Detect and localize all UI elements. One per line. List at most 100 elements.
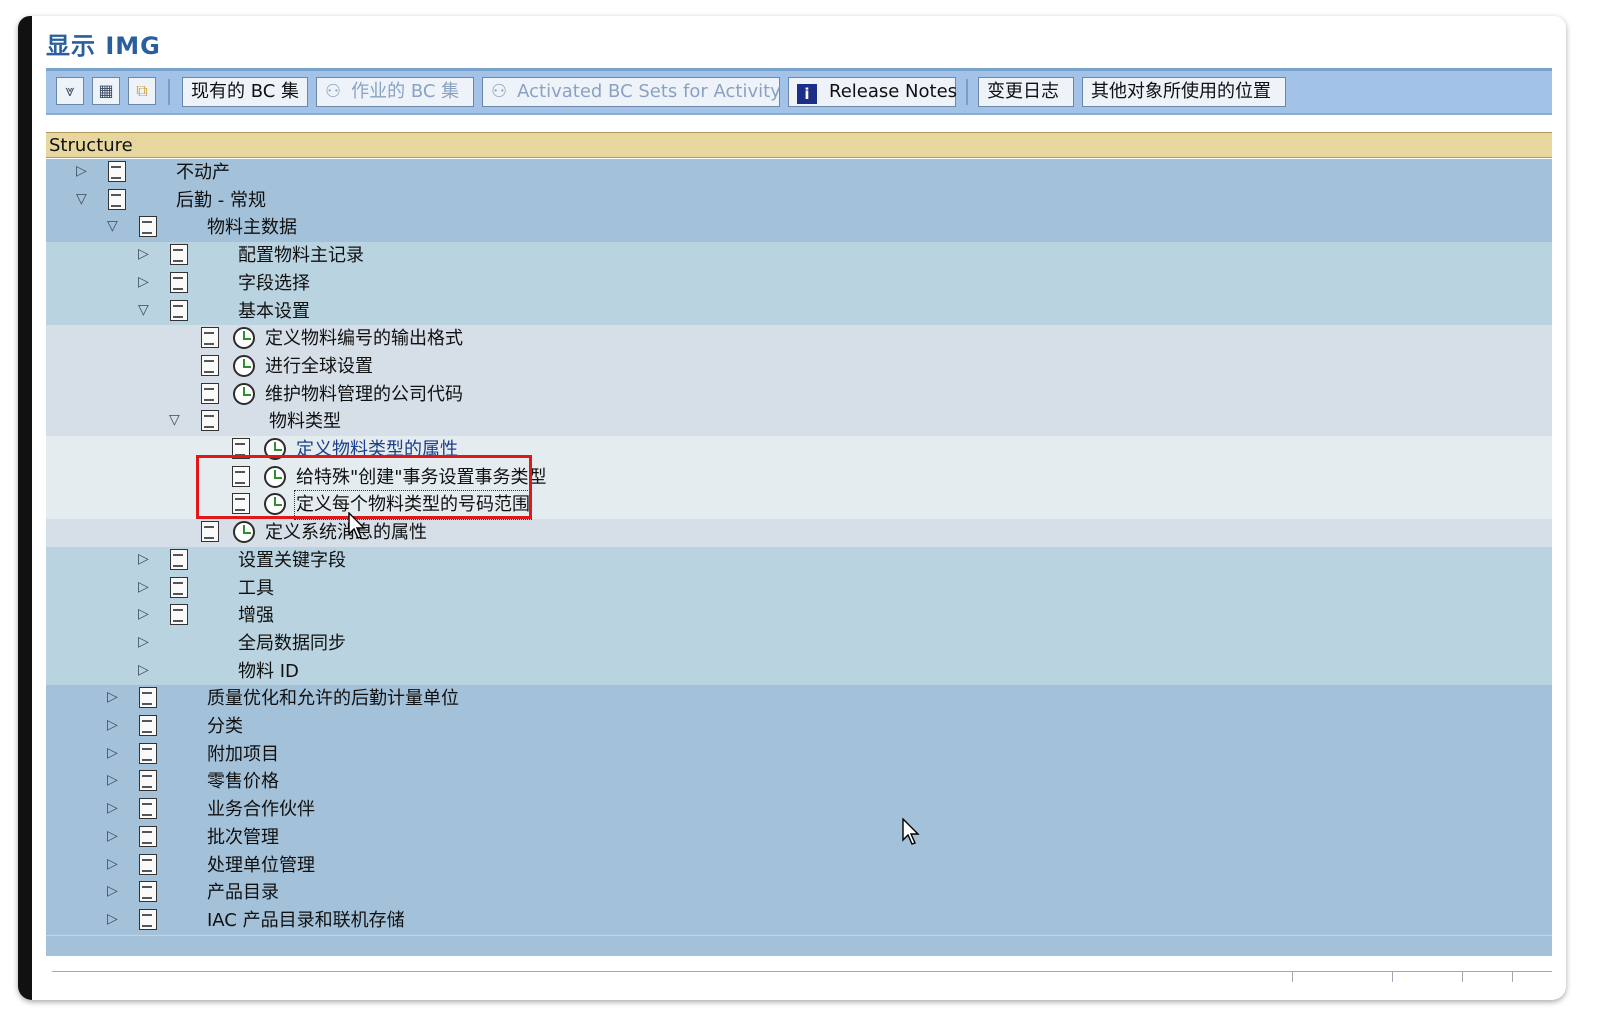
expand-node-icon[interactable]: ▷ xyxy=(107,717,118,733)
documentation-icon[interactable] xyxy=(139,742,157,764)
documentation-icon[interactable] xyxy=(170,271,188,293)
collapse-node-icon[interactable]: ▽ xyxy=(76,191,87,207)
activated-bc-sets-button[interactable]: ⚇ Activated BC Sets for Activity xyxy=(482,77,781,107)
tree-node[interactable]: ▽ 后勤 - 常规 xyxy=(46,187,1552,215)
tree-node-label[interactable]: 基本设置 xyxy=(238,299,310,325)
tree-node-label[interactable]: 批次管理 xyxy=(207,825,279,851)
tree-node[interactable]: ▷ 批次管理 xyxy=(46,824,1552,852)
existing-bc-sets-button[interactable]: 现有的 BC 集 xyxy=(182,77,308,107)
tree-node-label[interactable]: 业务合作伙伴 xyxy=(207,797,315,823)
tree-node-label[interactable]: 配置物料主记录 xyxy=(238,243,364,269)
expand-node-icon[interactable]: ▷ xyxy=(138,579,149,595)
tree-node[interactable]: 维护物料管理的公司代码 xyxy=(46,381,1552,409)
expand-node-icon[interactable]: ▷ xyxy=(107,911,118,927)
tree-node[interactable]: ▷ IAC 产品目录和联机存储 xyxy=(46,907,1552,935)
expand-node-icon[interactable]: ▷ xyxy=(107,772,118,788)
execute-activity-icon[interactable] xyxy=(233,521,255,544)
tree-node[interactable]: ▷ 工具 xyxy=(46,575,1552,603)
tree-node-label[interactable]: 给特殊"创建"事务设置事务类型 xyxy=(296,465,547,491)
documentation-icon[interactable] xyxy=(170,604,188,626)
expand-node-icon[interactable]: ▷ xyxy=(107,745,118,761)
documentation-icon[interactable] xyxy=(232,465,250,487)
documentation-icon[interactable] xyxy=(139,908,157,930)
documentation-icon[interactable] xyxy=(232,493,250,515)
tree-node[interactable]: ▽ 物料类型 xyxy=(46,408,1552,436)
tree-node-label[interactable]: 不动产 xyxy=(176,160,230,186)
expand-node-icon[interactable]: ▷ xyxy=(138,551,149,567)
documentation-icon[interactable] xyxy=(108,188,126,210)
expand-node-icon[interactable]: ▷ xyxy=(138,606,149,622)
expand-node-icon[interactable]: ▷ xyxy=(107,828,118,844)
tree-node-label[interactable]: 字段选择 xyxy=(238,271,310,297)
tree-node-label[interactable]: 定义系统消息的属性 xyxy=(265,520,427,546)
tree-node[interactable]: ▷ 物料 ID xyxy=(46,658,1552,686)
expand-node-icon[interactable]: ▷ xyxy=(107,689,118,705)
documentation-icon[interactable] xyxy=(139,881,157,903)
documentation-icon[interactable] xyxy=(139,825,157,847)
tree-node[interactable]: 定义每个物料类型的号码范围 xyxy=(46,490,1552,521)
execute-activity-icon[interactable] xyxy=(264,493,286,516)
documentation-icon[interactable] xyxy=(170,576,188,598)
tree-node-label[interactable]: 增强 xyxy=(238,603,274,629)
tree-node[interactable]: ▽ 物料主数据 xyxy=(46,214,1552,242)
tree-node-label[interactable]: 维护物料管理的公司代码 xyxy=(265,382,463,408)
tree-node-label[interactable]: 工具 xyxy=(238,576,274,602)
expand-node-icon[interactable]: ▷ xyxy=(138,246,149,262)
documentation-icon[interactable] xyxy=(108,161,126,182)
tree-node-label[interactable]: 后勤 - 常规 xyxy=(176,188,266,214)
documentation-icon[interactable] xyxy=(232,438,250,459)
tree-node-label[interactable]: 进行全球设置 xyxy=(265,354,373,380)
documentation-icon[interactable] xyxy=(201,327,219,349)
execute-activity-icon[interactable] xyxy=(233,327,255,350)
expand-node-icon[interactable]: ▷ xyxy=(138,662,149,678)
tree-node[interactable]: 定义物料类型的属性 xyxy=(46,436,1552,464)
tree-node[interactable]: ▷ 附加项目 xyxy=(46,741,1552,769)
collapse-node-icon[interactable]: ▽ xyxy=(169,412,180,428)
tree-node[interactable]: ▷ 设置关键字段 xyxy=(46,547,1552,575)
tree-node[interactable]: 定义物料编号的输出格式 xyxy=(46,325,1552,353)
tree-node-label[interactable]: 定义每个物料类型的号码范围 xyxy=(294,490,532,521)
tree-node-label[interactable]: 零售价格 xyxy=(207,769,279,795)
select-icon[interactable]: ▦ xyxy=(92,77,120,105)
documentation-icon[interactable] xyxy=(139,216,157,238)
copy-icon[interactable]: ⧉ xyxy=(128,77,156,105)
documentation-icon[interactable] xyxy=(201,410,219,432)
tree-node[interactable]: ▷ 产品目录 xyxy=(46,879,1552,907)
expand-node-icon[interactable]: ▷ xyxy=(138,274,149,290)
expand-node-icon[interactable]: ▷ xyxy=(107,883,118,899)
tree-node-label[interactable]: 分类 xyxy=(207,714,243,740)
collapse-node-icon[interactable]: ▽ xyxy=(107,218,118,234)
tree-node[interactable]: 进行全球设置 xyxy=(46,353,1552,381)
tree-node-label[interactable]: 附加项目 xyxy=(207,742,279,768)
documentation-icon[interactable] xyxy=(170,548,188,570)
tree-node-label[interactable]: 定义物料编号的输出格式 xyxy=(265,326,463,352)
documentation-icon[interactable] xyxy=(201,382,219,404)
expand-node-icon[interactable]: ▷ xyxy=(76,163,87,179)
documentation-icon[interactable] xyxy=(139,853,157,875)
expand-node-icon[interactable]: ▷ xyxy=(107,800,118,816)
tree-node-label[interactable]: 定义物料类型的属性 xyxy=(296,437,458,463)
expand-node-icon[interactable]: ▷ xyxy=(138,634,149,650)
tree-node[interactable]: ▷ 增强 xyxy=(46,602,1552,630)
documentation-icon[interactable] xyxy=(201,354,219,376)
documentation-icon[interactable] xyxy=(170,244,188,266)
tree-node-label[interactable]: IAC 产品目录和联机存储 xyxy=(207,908,405,934)
tree-node[interactable]: ▷ 配置物料主记录 xyxy=(46,242,1552,270)
tree-node-label[interactable]: 物料 ID xyxy=(238,659,299,685)
execute-activity-icon[interactable] xyxy=(233,382,255,405)
tree-node[interactable]: 给特殊"创建"事务设置事务类型 xyxy=(46,464,1552,492)
tree-node-label[interactable]: 全局数据同步 xyxy=(238,631,346,657)
documentation-icon[interactable] xyxy=(139,715,157,736)
documentation-icon[interactable] xyxy=(201,521,219,543)
tree-node[interactable]: ▷ 字段选择 xyxy=(46,270,1552,298)
tree-node[interactable]: ▷ 质量优化和允许的后勤计量单位 xyxy=(46,685,1552,713)
expand-subtree-icon[interactable]: ⩔ xyxy=(56,77,84,105)
expand-node-icon[interactable]: ▷ xyxy=(107,856,118,872)
collapse-node-icon[interactable]: ▽ xyxy=(138,302,149,318)
execute-activity-icon[interactable] xyxy=(233,354,255,377)
documentation-icon[interactable] xyxy=(139,687,157,709)
tree-node[interactable]: 定义系统消息的属性 xyxy=(46,519,1552,547)
tree-node[interactable]: ▷ 分类 xyxy=(46,713,1552,741)
tree-node[interactable]: ▽ 基本设置 xyxy=(46,298,1552,326)
tree-node-label[interactable]: 物料类型 xyxy=(269,409,341,435)
